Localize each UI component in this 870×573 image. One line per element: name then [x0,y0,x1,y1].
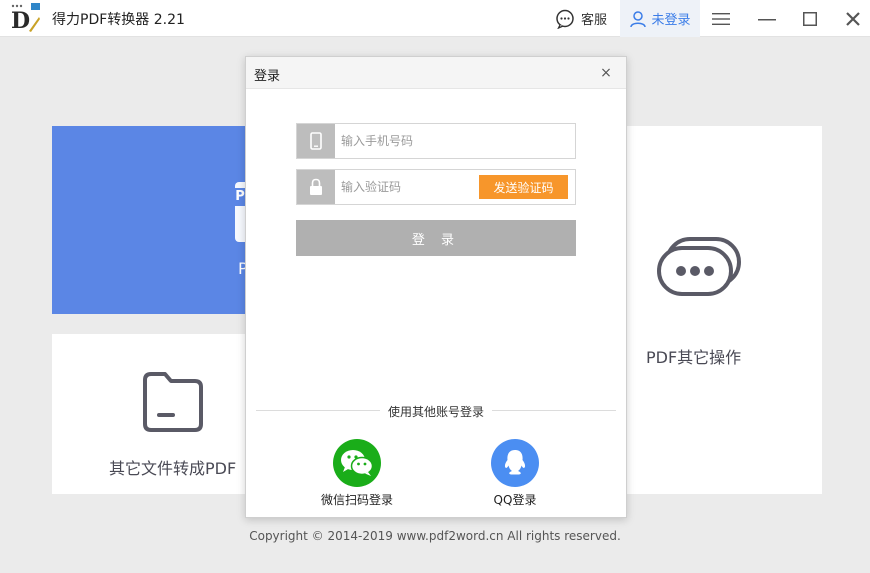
folder-icon [143,372,203,432]
qq-circle [491,439,539,487]
wechat-login-button[interactable]: 微信扫码登录 [302,439,412,508]
login-status-button[interactable]: 未登录 [620,0,700,37]
other-login-label: 使用其他账号登录 [379,405,492,419]
phone-icon [310,132,322,150]
pdf-convert-card[interactable]: P P [52,126,249,314]
wechat-icon [341,450,374,476]
menu-icon [712,12,730,25]
chat-bubbles-icon [657,237,741,296]
verification-code-field: 发送验证码 [296,169,576,205]
minimize-icon [758,18,776,20]
customer-service-button[interactable]: 客服 [555,0,607,37]
chat-icon [556,9,574,29]
login-status-label: 未登录 [651,13,691,28]
app-logo: D [11,3,40,33]
customer-service-label: 客服 [581,13,608,28]
title-bar: D 得力PDF转换器 2.21 客服 未登录 [0,0,870,37]
lock-icon-box [297,170,335,204]
verification-code-input[interactable] [341,177,471,197]
pdf-other-ops-card[interactable]: PDF其它操作 [627,126,822,494]
send-code-button[interactable]: 发送验证码 [479,175,568,199]
copyright-footer: Copyright © 2014-2019 www.pdf2word.cn Al… [249,529,621,543]
minimize-button[interactable] [750,0,784,37]
svg-text:D: D [11,8,30,33]
qq-login-label: QQ登录 [493,493,537,507]
pdf-other-ops-label: PDF其它操作 [646,348,742,367]
login-button[interactable]: 登 录 [296,220,576,256]
phone-input[interactable] [341,131,521,151]
menu-button[interactable] [704,0,738,37]
other-files-label: 其它文件转成PDF [109,459,237,478]
qq-icon [504,450,526,475]
maximize-button[interactable] [793,0,827,37]
user-icon [630,10,647,27]
close-icon [846,11,860,26]
qq-login-button[interactable]: QQ登录 [460,439,570,508]
phone-field [296,123,576,159]
login-dialog: 登录 × 发送验证码 登 录 使用其他账号登录 [245,56,627,518]
other-files-card[interactable]: 其它文件转成PDF [52,334,246,494]
dialog-title: 登录 [254,69,281,84]
close-button[interactable] [836,0,870,37]
maximize-icon [803,11,817,26]
dialog-header: 登录 × [246,57,626,89]
phone-icon-box [297,124,335,158]
wechat-login-label: 微信扫码登录 [320,493,393,507]
other-login-heading: 使用其他账号登录 [246,403,626,420]
wechat-circle [333,439,381,487]
dialog-close-button[interactable]: × [596,63,616,83]
app-title: 得力PDF转换器 2.21 [52,12,185,28]
lock-icon [310,178,322,195]
